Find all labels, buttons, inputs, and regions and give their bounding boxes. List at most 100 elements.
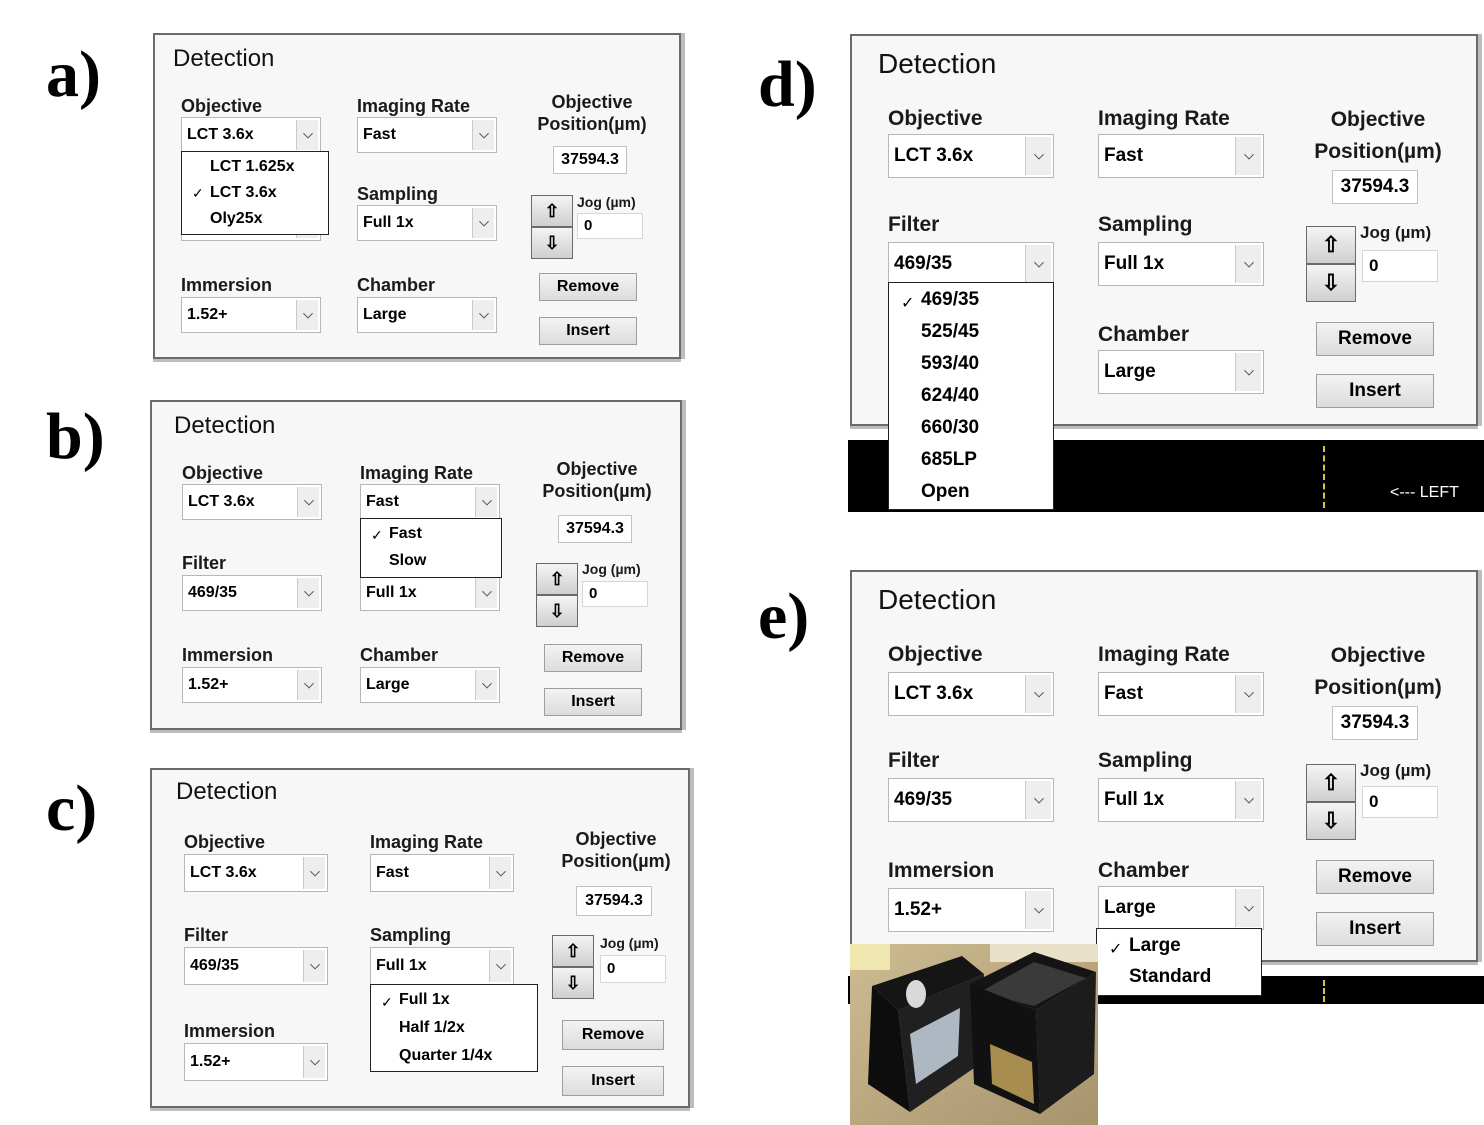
objective-option[interactable]: LCT 3.6x (210, 184, 277, 202)
objective-dropdown[interactable]: LCT 3.6x (184, 854, 328, 892)
sampling-dropdown[interactable]: Full 1x (360, 575, 500, 611)
immersion-dropdown[interactable]: 1.52+ (181, 297, 321, 333)
immersion-label: Immersion (184, 1021, 276, 1041)
immersion-dropdown[interactable]: 1.52+ (184, 1043, 328, 1081)
jog-input[interactable]: 0 (1362, 786, 1438, 818)
jog-down-button[interactable]: ⇩ (1306, 802, 1356, 840)
chevron-down-icon[interactable] (1235, 245, 1261, 283)
chevron-down-icon[interactable] (472, 300, 494, 330)
chevron-down-icon[interactable] (1025, 891, 1051, 929)
chevron-down-icon[interactable] (1025, 781, 1051, 819)
filter-option[interactable]: 685LP (921, 449, 977, 471)
jog-down-button[interactable]: ⇩ (531, 227, 573, 259)
filter-dropdown[interactable]: 469/35 (184, 947, 328, 985)
filter-option[interactable]: 624/40 (921, 385, 979, 407)
jog-input[interactable]: 0 (582, 581, 648, 607)
insert-button[interactable]: Insert (562, 1066, 664, 1096)
chamber-option[interactable]: Standard (1129, 966, 1211, 988)
jog-input[interactable]: 0 (600, 955, 666, 983)
chevron-down-icon[interactable] (303, 950, 325, 982)
objective-option[interactable]: LCT 1.625x (210, 158, 294, 176)
filter-dropdown[interactable]: 469/35 (182, 575, 322, 611)
chevron-down-icon[interactable] (475, 670, 497, 700)
objective-option[interactable]: Oly25x (210, 210, 262, 228)
imaging-rate-dropdown[interactable]: Fast (1098, 134, 1264, 178)
sampling-dropdown[interactable]: Full 1x (1098, 778, 1264, 822)
chamber-dropdown[interactable]: Large (1098, 886, 1264, 930)
chevron-down-icon[interactable] (489, 950, 511, 982)
chevron-down-icon[interactable] (1235, 889, 1261, 927)
sampling-option[interactable]: Quarter 1/4x (399, 1047, 492, 1065)
imaging-rate-option[interactable]: Fast (389, 525, 422, 543)
chevron-down-icon[interactable] (472, 208, 494, 238)
chevron-down-icon[interactable] (303, 1046, 325, 1078)
imaging-rate-dropdown[interactable]: Fast (357, 117, 497, 153)
sampling-dropdown[interactable]: Full 1x (357, 205, 497, 241)
chevron-down-icon[interactable] (475, 578, 497, 608)
immersion-dropdown[interactable]: 1.52+ (182, 667, 322, 703)
chevron-down-icon[interactable] (1025, 675, 1051, 713)
insert-button[interactable]: Insert (1316, 374, 1434, 408)
jog-down-button[interactable]: ⇩ (1306, 264, 1356, 302)
jog-up-button[interactable]: ⇧ (552, 935, 594, 967)
remove-button[interactable]: Remove (1316, 860, 1434, 894)
chevron-down-icon[interactable] (1235, 781, 1261, 819)
sampling-dropdown[interactable]: Full 1x (1098, 242, 1264, 286)
remove-button[interactable]: Remove (1316, 322, 1434, 356)
immersion-dropdown[interactable]: 1.52+ (888, 888, 1054, 932)
objective-position-label-line2: Position(µm) (561, 851, 671, 871)
sampling-option[interactable]: Half 1/2x (399, 1019, 465, 1037)
filter-option[interactable]: Open (921, 481, 970, 503)
jog-up-button[interactable]: ⇧ (536, 563, 578, 595)
jog-up-button[interactable]: ⇧ (1306, 764, 1356, 802)
chevron-down-icon[interactable] (489, 857, 511, 889)
sampling-dropdown[interactable]: Full 1x (370, 947, 514, 985)
filter-option[interactable]: 593/40 (921, 353, 979, 375)
imaging-rate-dropdown[interactable]: Fast (360, 484, 500, 520)
jog-up-button[interactable]: ⇧ (531, 195, 573, 227)
remove-button[interactable]: Remove (562, 1020, 664, 1050)
objective-dropdown[interactable]: LCT 3.6x (182, 484, 322, 520)
chamber-dropdown[interactable]: Large (1098, 350, 1264, 394)
chevron-down-icon[interactable] (1025, 245, 1051, 283)
filter-option[interactable]: 660/30 (921, 417, 979, 439)
chevron-down-icon[interactable] (296, 300, 318, 330)
imaging-rate-dropdown[interactable]: Fast (1098, 672, 1264, 716)
jog-input[interactable]: 0 (1362, 250, 1438, 282)
chamber-option[interactable]: Large (1129, 935, 1181, 957)
filter-dropdown[interactable]: 469/35 (888, 242, 1054, 286)
insert-button[interactable]: Insert (539, 317, 637, 345)
sampling-option[interactable]: Full 1x (399, 991, 450, 1009)
insert-button[interactable]: Insert (544, 688, 642, 716)
objective-dropdown[interactable]: LCT 3.6x (181, 117, 321, 153)
jog-input[interactable]: 0 (577, 213, 643, 239)
insert-button[interactable]: Insert (1316, 912, 1434, 946)
jog-up-button[interactable]: ⇧ (1306, 226, 1356, 264)
imaging-rate-dropdown[interactable]: Fast (370, 854, 514, 892)
chevron-down-icon[interactable] (1025, 137, 1051, 175)
chevron-down-icon[interactable] (297, 487, 319, 517)
chevron-down-icon[interactable] (297, 670, 319, 700)
chevron-down-icon[interactable] (1235, 137, 1261, 175)
objective-dropdown[interactable]: LCT 3.6x (888, 672, 1054, 716)
chevron-down-icon[interactable] (1235, 353, 1261, 391)
chamber-dropdown[interactable]: Large (357, 297, 497, 333)
objective-dropdown[interactable]: LCT 3.6x (888, 134, 1054, 178)
remove-button[interactable]: Remove (539, 273, 637, 301)
chevron-down-icon[interactable] (303, 857, 325, 889)
chevron-down-icon[interactable] (475, 487, 497, 517)
chamber-dropdown[interactable]: Large (360, 667, 500, 703)
remove-button[interactable]: Remove (544, 644, 642, 672)
chevron-down-icon[interactable] (472, 120, 494, 150)
filter-option[interactable]: 469/35 (921, 289, 979, 311)
chevron-down-icon[interactable] (296, 120, 318, 150)
chevron-down-icon[interactable] (1235, 675, 1261, 713)
jog-down-button[interactable]: ⇩ (552, 967, 594, 999)
jog-down-button[interactable]: ⇩ (536, 595, 578, 627)
chevron-down-icon[interactable] (297, 578, 319, 608)
filter-menu: ✓ 469/35 525/45 593/40 624/40 660/30 685… (888, 282, 1054, 510)
imaging-rate-option[interactable]: Slow (389, 552, 426, 570)
check-icon: ✓ (381, 994, 393, 1010)
filter-dropdown[interactable]: 469/35 (888, 778, 1054, 822)
filter-option[interactable]: 525/45 (921, 321, 979, 343)
